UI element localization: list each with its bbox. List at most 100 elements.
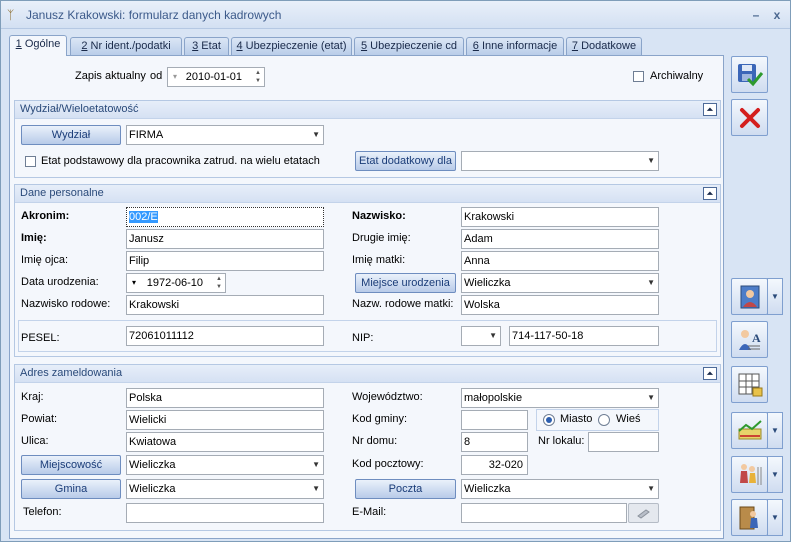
spelling-button[interactable]: A <box>731 321 768 358</box>
wydzial-button[interactable]: Wydział <box>21 125 121 145</box>
tab-ogolne[interactable]: 1 Ogólne <box>9 35 67 56</box>
nr-domu-field[interactable]: 8 <box>461 432 528 452</box>
telefon-field[interactable] <box>126 503 324 523</box>
tab-ubezpieczenie-etat[interactable]: 4 Ubezpieczenie (etat) <box>231 37 352 55</box>
miejsce-urodzenia-button[interactable]: Miejsce urodzenia <box>355 273 456 293</box>
akronim-field[interactable]: 002/E <box>126 207 324 227</box>
wies-label: Wieś <box>616 413 641 425</box>
dropdown-arrow-icon: ▼ <box>312 484 320 493</box>
exit-button[interactable] <box>731 499 768 536</box>
data-urodzenia-label: Data urodzenia: <box>21 276 99 288</box>
tab-etat[interactable]: 3 Etat <box>184 37 229 55</box>
telefon-label: Telefon: <box>23 506 62 518</box>
drugie-imie-label: Drugie imię: <box>352 232 411 244</box>
nip-field[interactable]: 714-117-50-18 <box>509 326 659 346</box>
minimize-button[interactable]: – <box>748 7 764 23</box>
miejsce-urodzenia-select[interactable]: Wieliczka ▼ <box>461 273 659 293</box>
etat-dodatkowy-select[interactable]: ▼ <box>461 151 659 171</box>
miasto-radio[interactable] <box>543 414 555 426</box>
email-field[interactable] <box>461 503 627 523</box>
tab-inne-informacje[interactable]: 6 Inne informacje <box>466 37 564 55</box>
nazwisko-rodowe-field[interactable]: Krakowski <box>126 295 324 315</box>
save-floppy-check-icon <box>738 64 764 87</box>
etat-podstawowy-checkbox[interactable] <box>25 156 36 167</box>
archiwalny-checkbox[interactable] <box>633 71 644 82</box>
gmina-button[interactable]: Gmina <box>21 479 121 499</box>
tab-panel-ogolne: Zapis aktualny od ▾ 2010-01-01 ▲ ▼ Archiw… <box>9 55 724 539</box>
zapis-date-field[interactable]: ▾ 2010-01-01 ▲ ▼ <box>167 67 265 87</box>
nr-domu-label: Nr domu: <box>352 435 398 447</box>
kod-pocztowy-label: Kod pocztowy: <box>352 458 424 470</box>
photo-dropdown[interactable]: ▼ <box>767 278 783 315</box>
kod-gminy-field[interactable] <box>461 410 528 430</box>
imie-matki-field[interactable]: Anna <box>461 251 659 271</box>
exit-dropdown[interactable]: ▼ <box>767 499 783 536</box>
collapse-icon[interactable]: ⏶ <box>703 367 717 380</box>
collapse-icon[interactable]: ⏶ <box>703 187 717 200</box>
poczta-button[interactable]: Poczta <box>355 479 456 499</box>
powiat-label: Powiat: <box>21 413 58 425</box>
kod-pocztowy-field[interactable]: 32-020 <box>461 455 528 475</box>
chart-button[interactable] <box>731 412 768 449</box>
dropdown-arrow-icon: ▼ <box>647 393 655 402</box>
dropdown-arrow-icon: ▼ <box>489 331 497 340</box>
nazwisko-label: Nazwisko: <box>352 210 406 222</box>
send-email-button[interactable] <box>628 503 659 523</box>
grid-button[interactable] <box>731 366 768 403</box>
section-wydzial: Wydział/Wieloetatowość ⏶ Wydział FIRMA ▼ … <box>14 100 721 178</box>
wojewodztwo-label: Województwo: <box>352 391 423 403</box>
tab-nr-ident[interactable]: 2 Nr ident./podatki <box>70 37 182 55</box>
chart-money-icon <box>738 420 762 440</box>
collapse-icon[interactable]: ⏶ <box>703 103 717 116</box>
dropdown-arrow-icon: ▼ <box>647 278 655 287</box>
gmina-select[interactable]: Wieliczka ▼ <box>126 479 324 499</box>
imie-ojca-field[interactable]: Filip <box>126 251 324 271</box>
wies-radio[interactable] <box>598 414 610 426</box>
tab-dodatkowe[interactable]: 7 Dodatkowe <box>566 37 642 55</box>
nazw-rodowe-matki-label: Nazw. rodowe matki: <box>352 298 454 310</box>
photo-button[interactable] <box>731 278 768 315</box>
nr-lokalu-label: Nr lokalu: <box>538 435 585 447</box>
date-clear-icon[interactable]: ▾ <box>173 68 177 86</box>
miejscowosc-button[interactable]: Miejscowość <box>21 455 121 475</box>
wydzial-select[interactable]: FIRMA ▼ <box>126 125 324 145</box>
dropdown-arrow-icon: ▼ <box>312 460 320 469</box>
person-door-icon <box>739 506 758 530</box>
cancel-button[interactable] <box>731 99 768 136</box>
nr-lokalu-field[interactable] <box>588 432 659 452</box>
family-people-icon <box>740 464 762 485</box>
zapis-aktualny-label: Zapis aktualny <box>75 70 146 82</box>
section-wydzial-header: Wydział/Wieloetatowość ⏶ <box>15 101 720 119</box>
miejscowosc-select[interactable]: Wieliczka ▼ <box>126 455 324 475</box>
close-window-button[interactable]: x <box>769 7 785 23</box>
tab-ubezpieczenie-cd[interactable]: 5 Ubezpieczenie cd <box>354 37 464 55</box>
date-clear-icon[interactable]: ▾ <box>132 274 136 292</box>
drugie-imie-field[interactable]: Adam <box>461 229 659 249</box>
chart-dropdown[interactable]: ▼ <box>767 412 783 449</box>
date-spinner-icon[interactable]: ▲ ▼ <box>215 275 223 291</box>
wojewodztwo-select[interactable]: małopolskie ▼ <box>461 388 659 408</box>
etat-dodatkowy-button[interactable]: Etat dodatkowy dla <box>355 151 456 171</box>
section-dane-personalne: Dane personalne ⏶ Akronim: 002/E Nazwisk… <box>14 184 721 357</box>
powiat-field[interactable]: Wielicki <box>126 410 324 430</box>
family-dropdown[interactable]: ▼ <box>767 456 783 493</box>
nazw-rodowe-matki-field[interactable]: Wolska <box>461 295 659 315</box>
cancel-x-icon <box>740 108 760 128</box>
section-adres-zameldowania: Adres zameldowania ⏶ Kraj: Polska Wojewó… <box>14 364 721 531</box>
imie-label: Imię: <box>21 232 47 244</box>
data-urodzenia-field[interactable]: ▾ 1972-06-10 ▲ ▼ <box>126 273 226 293</box>
date-spinner-icon[interactable]: ▲ ▼ <box>254 69 262 85</box>
miasto-label: Miasto <box>560 413 593 425</box>
kod-gminy-label: Kod gminy: <box>352 413 408 425</box>
pesel-field[interactable]: 72061011112 <box>126 326 324 346</box>
nip-prefix-select[interactable]: ▼ <box>461 326 501 346</box>
dropdown-arrow-icon: ▼ <box>647 484 655 493</box>
poczta-select[interactable]: Wieliczka ▼ <box>461 479 659 499</box>
imie-field[interactable]: Janusz <box>126 229 324 249</box>
title-bar: ᛉ Janusz Krakowski: formularz danych kad… <box>1 1 790 29</box>
family-button[interactable] <box>731 456 768 493</box>
nazwisko-field[interactable]: Krakowski <box>461 207 659 227</box>
ulica-field[interactable]: Kwiatowa <box>126 432 324 452</box>
save-button[interactable] <box>731 56 768 93</box>
kraj-field[interactable]: Polska <box>126 388 324 408</box>
